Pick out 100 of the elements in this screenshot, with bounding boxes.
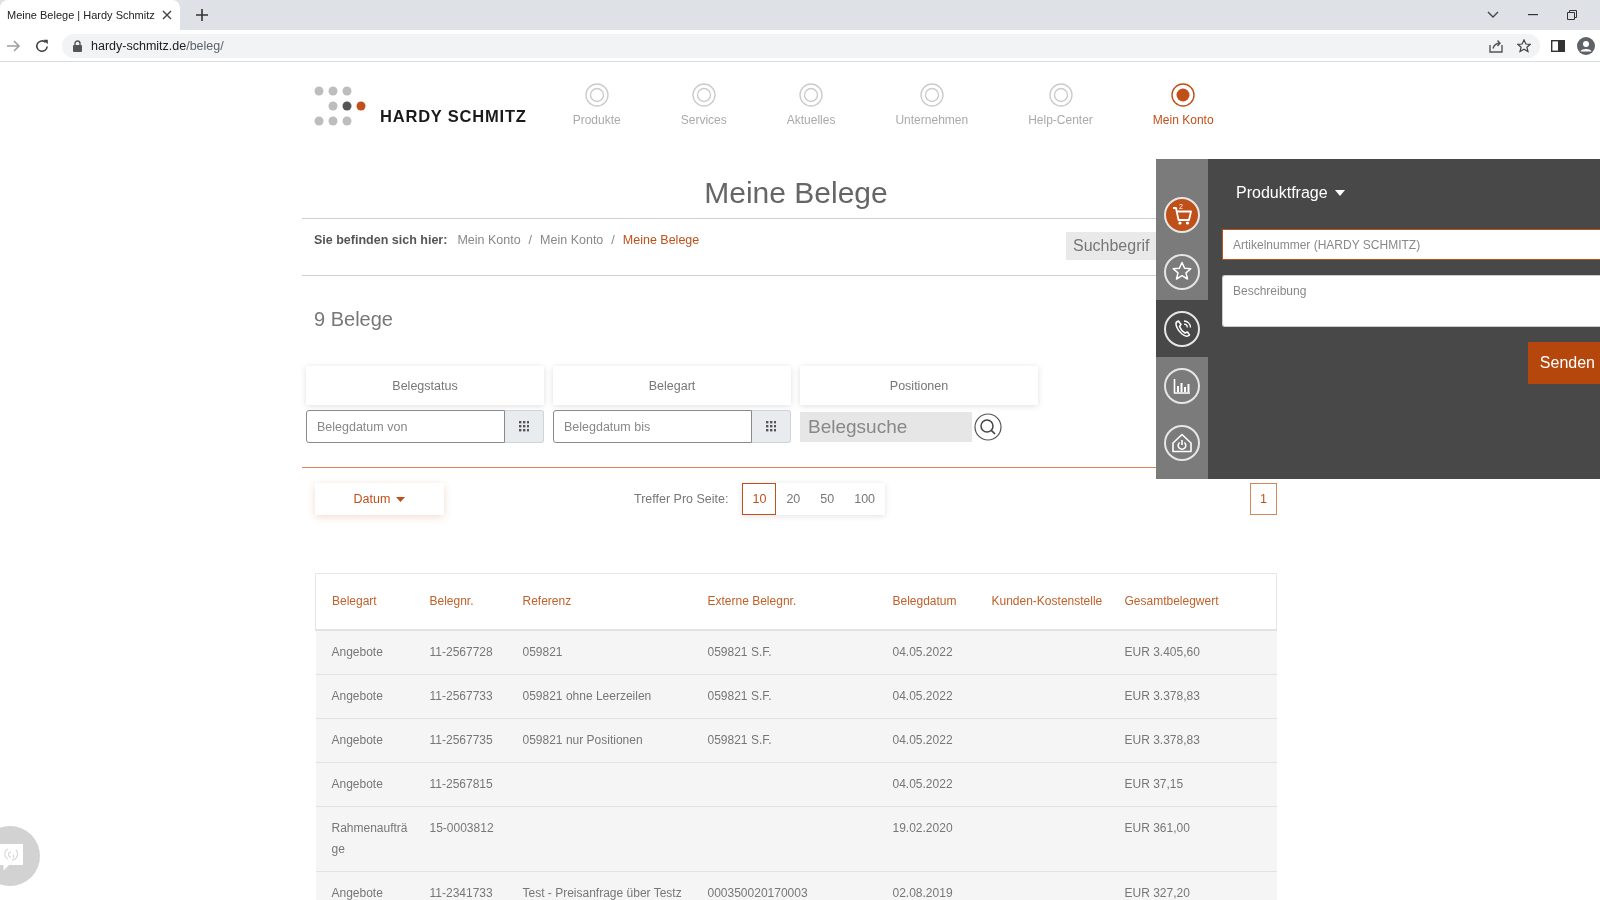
search-field[interactable]: Suchbegrif bbox=[1066, 232, 1156, 260]
page-size-label: Treffer Pro Seite: bbox=[634, 492, 729, 506]
breadcrumb-link[interactable]: Meine Belege bbox=[622, 231, 700, 249]
share-icon[interactable] bbox=[1489, 38, 1503, 53]
page-size-option[interactable]: 20 bbox=[776, 483, 811, 515]
breadcrumb-separator: / bbox=[611, 232, 615, 249]
result-count: 9 Belege bbox=[314, 307, 393, 332]
caret-icon bbox=[396, 496, 406, 502]
table-cell: Test - Preisanfrage über Testz bbox=[506, 871, 692, 900]
column-header: Belegdatum bbox=[876, 573, 976, 630]
panel-tab[interactable] bbox=[1156, 300, 1208, 357]
restore-icon[interactable] bbox=[1567, 10, 1577, 20]
nav-item[interactable]: Produkte bbox=[572, 83, 621, 127]
table-cell: 059821 S.F. bbox=[691, 629, 877, 674]
document-search-field[interactable]: Belegsuche bbox=[800, 411, 972, 442]
logo-dots-icon bbox=[314, 86, 366, 126]
table-cell: 04.05.2022 bbox=[876, 674, 976, 718]
nav-item[interactable]: Help-Center bbox=[1028, 83, 1093, 127]
table-cell: Rahmenaufträge bbox=[315, 806, 414, 871]
table-cell: 19.02.2020 bbox=[876, 806, 976, 871]
grid-icon bbox=[765, 421, 777, 432]
table-cell: 11-2567735 bbox=[413, 718, 507, 762]
date-picker-button[interactable] bbox=[505, 410, 544, 443]
topic-dropdown[interactable]: Produktfrage bbox=[1236, 183, 1345, 203]
table-cell: 11-2567728 bbox=[413, 629, 507, 674]
lock-icon bbox=[73, 39, 82, 52]
ring-icon bbox=[1171, 83, 1196, 107]
star-icon[interactable] bbox=[1517, 38, 1531, 53]
browser-tab[interactable]: Meine Belege | Hardy Schmitz bbox=[0, 0, 180, 30]
ring-icon bbox=[799, 83, 824, 107]
arrow-right-icon[interactable] bbox=[7, 39, 21, 52]
table-cell: EUR 3.405,60 bbox=[1108, 629, 1277, 674]
page-title: Meine Belege bbox=[704, 175, 888, 211]
date-picker-button[interactable] bbox=[752, 410, 791, 443]
nav-item[interactable]: Unternehmen bbox=[895, 83, 969, 127]
table-cell: 059821 S.F. bbox=[691, 674, 877, 718]
table-cell: Angebote bbox=[315, 718, 414, 762]
column-header: Referenz bbox=[506, 573, 692, 630]
ring-icon bbox=[1048, 83, 1073, 107]
breadcrumb-separator: / bbox=[528, 232, 533, 249]
ring-icon bbox=[919, 83, 944, 107]
grid-icon bbox=[518, 421, 530, 432]
reload-icon[interactable] bbox=[35, 38, 49, 53]
minimize-icon[interactable] bbox=[1528, 14, 1538, 16]
table-cell: 059821 bbox=[506, 629, 692, 674]
filter-tab[interactable]: Belegart bbox=[553, 366, 791, 405]
ring-icon bbox=[691, 83, 716, 107]
breadcrumb-link[interactable]: Mein Konto bbox=[457, 231, 521, 249]
close-icon[interactable] bbox=[162, 10, 172, 20]
table-cell: 11-2567815 bbox=[413, 762, 507, 806]
sidebar-icon[interactable] bbox=[1551, 39, 1565, 52]
nav-item[interactable]: Mein Konto bbox=[1152, 83, 1214, 127]
column-header: Belegnr. bbox=[413, 573, 507, 630]
table-cell: Angebote bbox=[315, 762, 414, 806]
sort-dropdown[interactable]: Datum bbox=[315, 483, 444, 515]
date-field[interactable]: Belegdatum bis bbox=[553, 410, 752, 443]
page-button[interactable]: 1 bbox=[1250, 483, 1277, 515]
breadcrumb-link[interactable]: Mein Konto bbox=[540, 231, 604, 249]
page-size-option[interactable]: 100 bbox=[844, 483, 886, 515]
column-header: Belegart bbox=[315, 573, 414, 630]
bar-chart-icon bbox=[1163, 366, 1201, 405]
table-cell: 059821 ohne Leerzeilen bbox=[506, 674, 692, 718]
filter-tab[interactable]: Positionen bbox=[800, 366, 1038, 405]
address-bar[interactable]: hardy-schmitz.de/beleg/ bbox=[62, 33, 1540, 58]
page-size-option[interactable]: 50 bbox=[810, 483, 845, 515]
filter-tab[interactable]: Belegstatus bbox=[306, 366, 544, 405]
page-size-option[interactable]: 10 bbox=[742, 483, 777, 515]
column-header: Kunden-Kostenstelle bbox=[975, 573, 1109, 630]
date-field[interactable]: Belegdatum von bbox=[306, 410, 505, 443]
table-cell: 04.05.2022 bbox=[876, 718, 976, 762]
caret-icon bbox=[1334, 190, 1345, 196]
profile-icon[interactable] bbox=[1577, 36, 1595, 55]
phone-icon bbox=[1163, 309, 1201, 348]
column-header: Gesamtbelegwert bbox=[1108, 573, 1277, 630]
article-number-field[interactable]: Artikelnummer (HARDY SCHMITZ) bbox=[1222, 229, 1600, 260]
house-power-icon bbox=[1163, 423, 1201, 462]
cart-icon bbox=[1163, 195, 1201, 234]
table-cell: EUR 3.378,83 bbox=[1108, 718, 1277, 762]
send-button[interactable]: Senden bbox=[1527, 342, 1600, 384]
ring-icon bbox=[584, 83, 609, 107]
column-header: Externe Belegnr. bbox=[691, 573, 877, 630]
nav-item[interactable]: Aktuelles bbox=[786, 83, 836, 127]
table-cell: Angebote bbox=[315, 674, 414, 718]
table-cell: EUR 37,15 bbox=[1108, 762, 1277, 806]
nav-item[interactable]: Services bbox=[680, 83, 727, 127]
table-cell: 059821 nur Positionen bbox=[506, 718, 692, 762]
search-icon[interactable] bbox=[974, 412, 1002, 441]
chevron-down-icon[interactable] bbox=[1487, 11, 1499, 19]
table-cell: 04.05.2022 bbox=[876, 629, 976, 674]
table-cell: EUR 327,20 bbox=[1108, 871, 1277, 900]
description-field[interactable]: Beschreibung bbox=[1222, 275, 1600, 327]
table-cell: Angebote bbox=[315, 629, 414, 674]
table-cell: EUR 3.378,83 bbox=[1108, 674, 1277, 718]
plus-icon[interactable] bbox=[196, 9, 208, 21]
table-cell: 02.08.2019 bbox=[876, 871, 976, 900]
breadcrumb-label: Sie befinden sich hier: bbox=[314, 232, 448, 249]
logo-text: HARDY SCHMITZ bbox=[380, 107, 527, 124]
table-cell: EUR 361,00 bbox=[1108, 806, 1277, 871]
table-cell: 11-2567733 bbox=[413, 674, 507, 718]
table-cell: 059821 S.F. bbox=[691, 718, 877, 762]
